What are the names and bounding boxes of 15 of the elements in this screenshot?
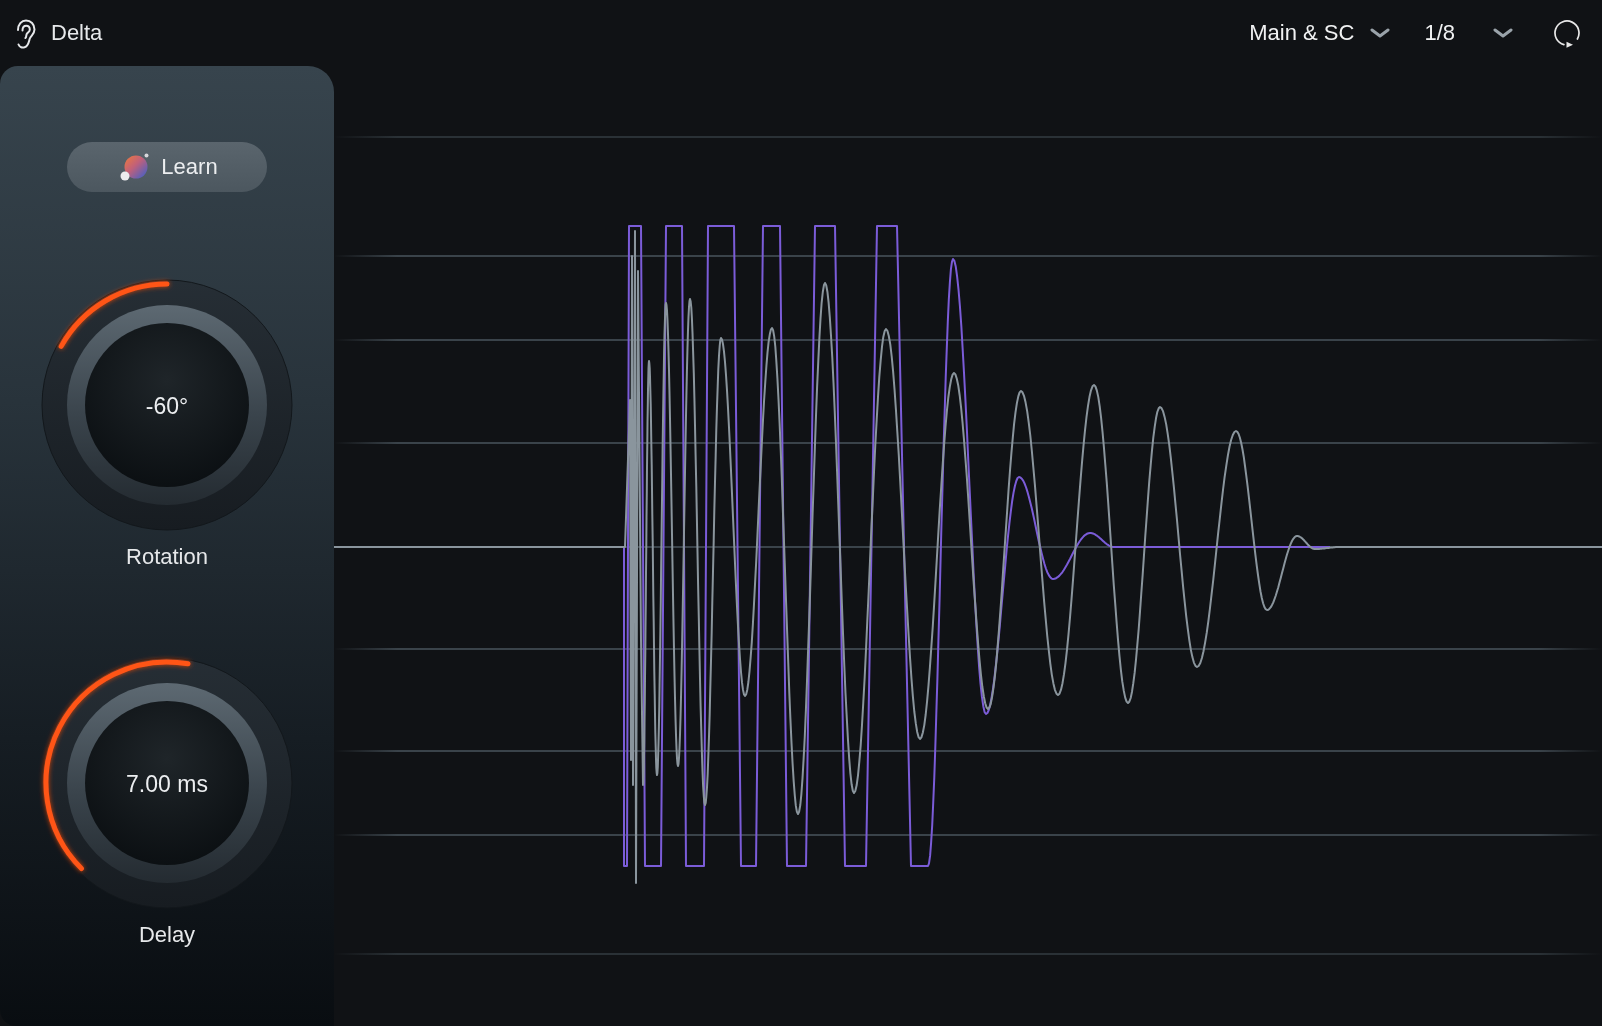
refresh-icon[interactable] — [1553, 17, 1583, 49]
knob-value: -60° — [145, 393, 189, 419]
knob-label: Rotation — [126, 544, 208, 570]
knob[interactable]: 7.00 ms — [37, 653, 297, 913]
ear-icon — [14, 19, 36, 49]
dropdown-menu[interactable]: 1/8 — [1424, 20, 1513, 46]
dropdown-menu[interactable]: Main & SC — [1249, 20, 1391, 46]
knob-value: 7.00 ms — [126, 771, 208, 797]
knob[interactable]: -60° — [37, 275, 297, 535]
plugin-title: Delta — [51, 20, 103, 46]
chevron-down-icon — [1493, 28, 1513, 38]
knob-label: Delay — [138, 922, 196, 948]
orb-icon — [120, 153, 150, 181]
chevron-down-icon — [1370, 28, 1391, 38]
learn-button[interactable]: Learn — [67, 142, 267, 192]
